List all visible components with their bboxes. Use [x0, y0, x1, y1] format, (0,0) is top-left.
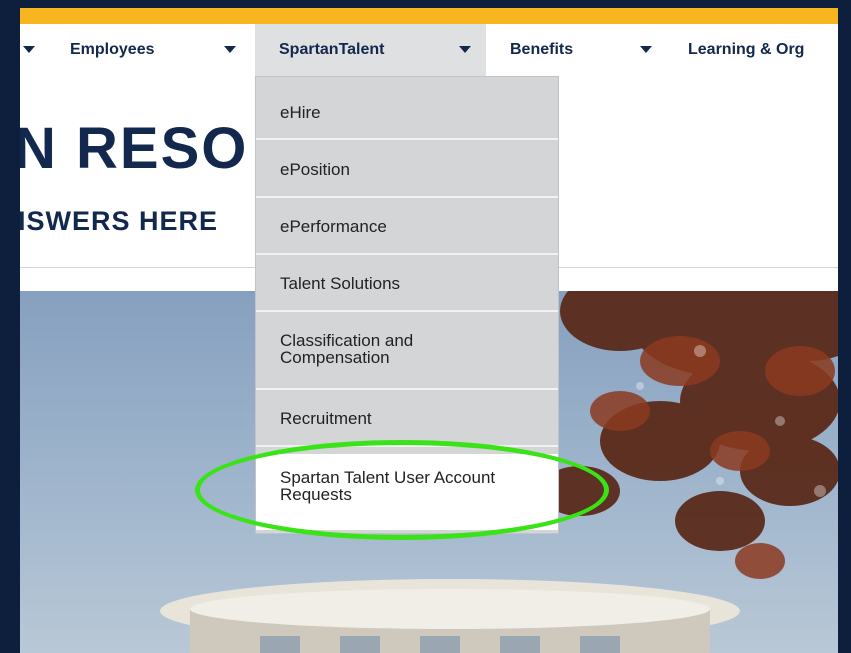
page-title: N RESO — [20, 116, 249, 181]
menu-separator — [256, 196, 558, 198]
page-subtitle: ISWERS HERE — [20, 206, 219, 236]
nav-learning-org[interactable]: Learning & Org — [688, 24, 804, 76]
nav-benefits[interactable]: Benefits — [510, 24, 573, 76]
top-accent-bar — [20, 8, 838, 24]
menu-separator — [256, 253, 558, 255]
nav-label: Employees — [70, 41, 155, 58]
menu-item-talent-solutions[interactable]: Talent Solutions — [256, 275, 558, 292]
menu-item-label-line2: Requests — [280, 485, 352, 504]
chevron-down-icon[interactable] — [23, 24, 35, 76]
menu-item-eposition[interactable]: ePosition — [256, 161, 558, 178]
menu-separator — [256, 388, 558, 390]
menu-item-user-account-requests[interactable]: Spartan Talent User Account Requests — [256, 454, 558, 530]
nav-label: SpartanTalent — [279, 41, 385, 58]
menu-separator — [256, 310, 558, 312]
menu-item-label-line1: Classification and — [280, 331, 414, 350]
menu-item-ehire[interactable]: eHire — [256, 104, 558, 121]
menu-item-label-line2: Compensation — [280, 348, 390, 367]
menu-item-label: eHire — [280, 103, 321, 122]
chevron-down-icon[interactable] — [224, 24, 236, 76]
menu-separator — [256, 138, 558, 140]
menu-separator — [256, 445, 558, 447]
nav-label: Benefits — [510, 41, 574, 58]
menu-item-label: ePosition — [280, 160, 350, 179]
chevron-down-icon[interactable] — [459, 24, 471, 76]
menu-item-label: Recruitment — [280, 409, 372, 428]
menu-item-label: Talent Solutions — [280, 274, 401, 293]
nav-label: Learning & Org — [688, 41, 805, 58]
chevron-down-icon[interactable] — [640, 24, 652, 76]
nav-spartantalent[interactable]: SpartanTalent — [255, 24, 486, 76]
menu-item-eperformance[interactable]: ePerformance — [256, 218, 558, 235]
menu-item-recruitment[interactable]: Recruitment — [256, 410, 558, 427]
menu-item-classification-compensation[interactable]: Classification and Compensation — [256, 332, 558, 366]
menu-item-label-line1: Spartan Talent User Account — [280, 468, 496, 487]
spartantalent-dropdown-menu: eHire ePosition ePerformance Talent Solu… — [255, 76, 559, 534]
main-navigation: Employees SpartanTalent Benefits Learnin… — [20, 24, 838, 76]
nav-employees[interactable]: Employees — [62, 24, 162, 76]
browser-viewport: Employees SpartanTalent Benefits Learnin… — [20, 8, 838, 653]
menu-item-label: ePerformance — [280, 217, 387, 236]
